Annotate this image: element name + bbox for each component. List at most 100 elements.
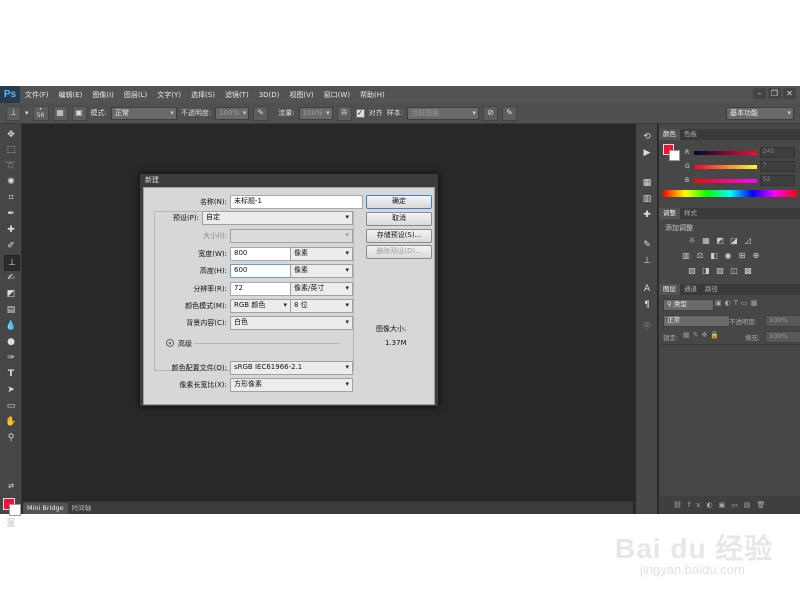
color-balance-icon[interactable]: ⚖ [695,251,705,261]
align-checkbox[interactable]: ✓ [355,108,365,118]
levels-icon[interactable]: ▦ [701,236,711,246]
tool-presets-icon[interactable]: ✚ [640,208,654,222]
menu-view[interactable]: 视图(V) [284,90,318,100]
brightness-icon[interactable]: ☼ [687,236,697,246]
layers-footer-icons[interactable]: ⛓fx◐▣▭▤🗑 [659,496,800,514]
g-slider[interactable] [694,164,757,169]
cancel-button[interactable]: 取消 [366,212,432,226]
menu-window[interactable]: 窗口(W) [319,90,355,100]
clone-stamp-tool-icon[interactable]: ⊥ [6,105,21,121]
clone-source-icon[interactable]: ⊥ [640,254,654,268]
tab-swatches[interactable]: 色板 [680,129,701,140]
menu-select[interactable]: 选择(S) [186,90,220,100]
pressure-size-icon[interactable]: ✎ [501,105,517,121]
workspace-select[interactable]: 基本功能 [726,107,794,120]
tab-color[interactable]: 颜色 [659,129,680,140]
tab-channels[interactable]: 通道 [680,284,701,295]
clone-stamp-tool-icon[interactable]: ⊥ [4,255,20,271]
layer-kind-filter[interactable]: ⚲ 类型 [663,299,714,311]
advanced-label[interactable]: 高级 [178,339,192,349]
history-icon[interactable]: ⟲ [640,130,654,144]
menu-file[interactable]: 文件(F) [20,90,54,100]
flow-field[interactable]: 100% [298,106,333,120]
move-tool-icon[interactable]: ✥ [4,128,18,142]
color-lookup-icon[interactable]: ⊕ [751,251,761,261]
tab-adjustments[interactable]: 调整 [659,208,680,219]
ignore-adjustment-icon[interactable]: ⊘ [482,105,498,121]
black-white-icon[interactable]: ◧ [709,251,719,261]
preset-select[interactable]: 自定 [202,211,353,225]
blur-tool-icon[interactable]: 💧 [4,319,18,333]
color-profile-select[interactable]: sRGB IEC61966-2.1 [230,361,353,375]
selective-color-icon[interactable]: ▩ [743,266,753,276]
airbrush-icon[interactable]: ✇ [336,105,352,121]
aspect-ratio-select[interactable]: 方形像素 [230,378,353,392]
brush-size-picker[interactable]: • 56 [32,105,49,121]
menu-filter[interactable]: 滤镜(T) [220,90,254,100]
color-spectrum-bar[interactable] [663,190,797,197]
photo-filter-icon[interactable]: ◉ [723,251,733,261]
clone-source-icon[interactable]: ▣ [71,105,87,121]
sample-select[interactable]: 当前图层 [406,106,479,120]
tab-paths[interactable]: 路径 [701,284,722,295]
name-input[interactable]: 未标题-1 [230,195,363,209]
zoom-tool-icon[interactable]: ⚲ [4,431,18,445]
swap-colors-icon[interactable]: ⇄ [4,479,18,493]
hand-tool-icon[interactable]: ✋ [4,415,18,429]
eyedropper-tool-icon[interactable]: ✒ [4,207,18,221]
menu-edit[interactable]: 编辑(E) [54,90,88,100]
pressure-opacity-icon[interactable]: ✎ [253,105,269,121]
dodge-tool-icon[interactable]: ● [4,335,18,349]
quick-selection-tool-icon[interactable]: ✺ [4,175,18,189]
menu-layer[interactable]: 图层(L) [119,90,152,100]
save-preset-button[interactable]: 存储预设(S)... [366,229,432,243]
invert-icon[interactable]: ▧ [687,266,697,276]
lock-icons[interactable]: ▦✎✥🔒 [683,331,722,339]
layer-filter-icons[interactable]: ▣◐T▭▦ [715,299,760,307]
quick-mask-icon[interactable]: ◙ [4,516,18,530]
hue-saturation-icon[interactable]: ▥ [681,251,691,261]
width-input[interactable]: 800 [230,247,291,261]
crop-tool-icon[interactable]: ⌗ [4,191,18,205]
ok-button[interactable]: 确定 [366,195,432,209]
marquee-tool-icon[interactable]: ⬚ [4,143,18,157]
opacity-field[interactable]: 100% [215,106,250,120]
type-tool-icon[interactable]: T [4,367,18,381]
b-slider[interactable] [694,178,757,183]
brush-panel-icon[interactable]: ▦ [52,105,68,121]
g-value[interactable]: 7 [759,161,795,172]
r-slider[interactable] [694,150,757,155]
restore-button[interactable]: ❐ [768,88,781,99]
tab-mini-bridge[interactable]: Mini Bridge [23,503,68,514]
background-select[interactable]: 白色 [230,316,353,330]
resolution-unit-select[interactable]: 像素/英寸 [290,282,353,296]
fill-field[interactable]: 100% [765,331,800,343]
actions-play-icon[interactable]: ▶ [640,146,654,160]
tool-preset-arrow-icon[interactable]: ▾ [25,109,29,117]
height-input[interactable]: 600 [230,264,291,278]
exposure-icon[interactable]: ◪ [729,236,739,246]
gradient-map-icon[interactable]: ◫ [729,266,739,276]
width-unit-select[interactable]: 像素 [290,247,353,261]
brush-icon[interactable]: ✎ [640,238,654,252]
tab-layers[interactable]: 图层 [659,284,680,295]
brush-presets-icon[interactable]: ▥ [640,192,654,206]
eraser-tool-icon[interactable]: ◩ [4,287,18,301]
shape-tool-icon[interactable]: ▭ [4,399,18,413]
gradient-tool-icon[interactable]: ▤ [4,303,18,317]
3d-info-icon[interactable]: ⓘ [640,320,654,334]
menu-image[interactable]: 图像(I) [87,90,119,100]
channel-mixer-icon[interactable]: ⊞ [737,251,747,261]
tab-timeline[interactable]: 时间轴 [68,503,96,514]
character-icon[interactable]: A [640,282,654,296]
height-unit-select[interactable]: 像素 [290,264,353,278]
path-selection-tool-icon[interactable]: ➤ [4,383,18,397]
history-brush-tool-icon[interactable]: ✍ [4,271,18,285]
mode-select[interactable]: 正常 [110,106,177,120]
layer-opacity-field[interactable]: 100% [765,315,800,327]
color-mode-select[interactable]: RGB 颜色 [230,299,291,313]
menu-3d[interactable]: 3D(D) [254,91,285,99]
bit-depth-select[interactable]: 8 位 [290,299,353,313]
lasso-tool-icon[interactable]: ➰ [4,159,18,173]
posterize-icon[interactable]: ◨ [701,266,711,276]
